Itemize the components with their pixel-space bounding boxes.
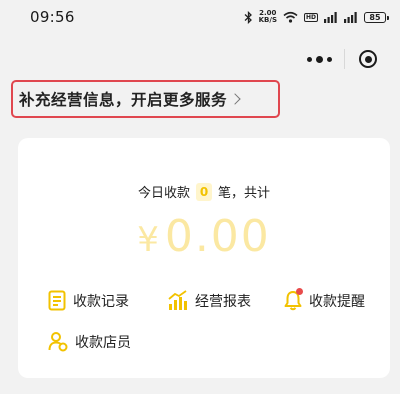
notification-dot	[296, 288, 303, 295]
payment-reminder-label: 收款提醒	[309, 293, 365, 310]
battery-icon: 85	[364, 11, 389, 23]
business-info-banner[interactable]: 补充经营信息，开启更多服务	[11, 80, 280, 118]
hd-badge: HD	[303, 12, 318, 22]
cellular-signal-icon	[324, 11, 338, 23]
payment-summary-card: 今日收款 0 笔，共计 ¥0.00 收款记录 经营报表 收款提醒 收款店员	[18, 138, 390, 378]
miniprogram-capsule	[296, 41, 392, 77]
status-icons: 2.00 KB/S HD 85	[244, 10, 389, 24]
wifi-icon	[283, 11, 298, 23]
payment-clerk-button[interactable]: 收款店员	[48, 331, 131, 352]
bar-chart-icon	[168, 290, 188, 311]
summary-prefix: 今日收款	[137, 186, 190, 201]
amount-value: 0.00	[164, 211, 271, 262]
payment-records-button[interactable]: 收款记录	[48, 290, 129, 311]
business-report-button[interactable]: 经营报表	[168, 290, 251, 311]
today-amount: ¥0.00	[18, 211, 390, 266]
staff-icon	[48, 331, 68, 352]
close-miniprogram-icon[interactable]	[345, 50, 393, 68]
payment-clerk-label: 收款店员	[75, 334, 131, 351]
banner-text: 补充经营信息，开启更多服务	[19, 91, 228, 109]
cellular-signal-icon-2	[344, 11, 358, 23]
summary-suffix: 笔，共计	[218, 186, 271, 201]
payment-records-label: 收款记录	[73, 293, 129, 310]
payment-reminder-button[interactable]: 收款提醒	[284, 288, 365, 311]
bluetooth-icon	[244, 10, 253, 24]
chevron-right-icon	[229, 93, 241, 105]
more-dots-icon[interactable]	[296, 55, 344, 63]
network-speed: 2.00 KB/S	[259, 10, 277, 24]
status-time: 09:56	[30, 8, 75, 26]
status-bar: 09:56 2.00 KB/S HD 85	[0, 0, 400, 34]
currency-symbol: ¥	[137, 220, 161, 260]
bell-icon	[284, 288, 303, 311]
payment-count-badge: 0	[196, 182, 212, 201]
business-report-label: 经营报表	[195, 293, 251, 310]
network-speed-unit: KB/S	[258, 16, 277, 24]
document-icon	[48, 290, 66, 311]
today-summary: 今日收款 0 笔，共计	[18, 182, 390, 201]
